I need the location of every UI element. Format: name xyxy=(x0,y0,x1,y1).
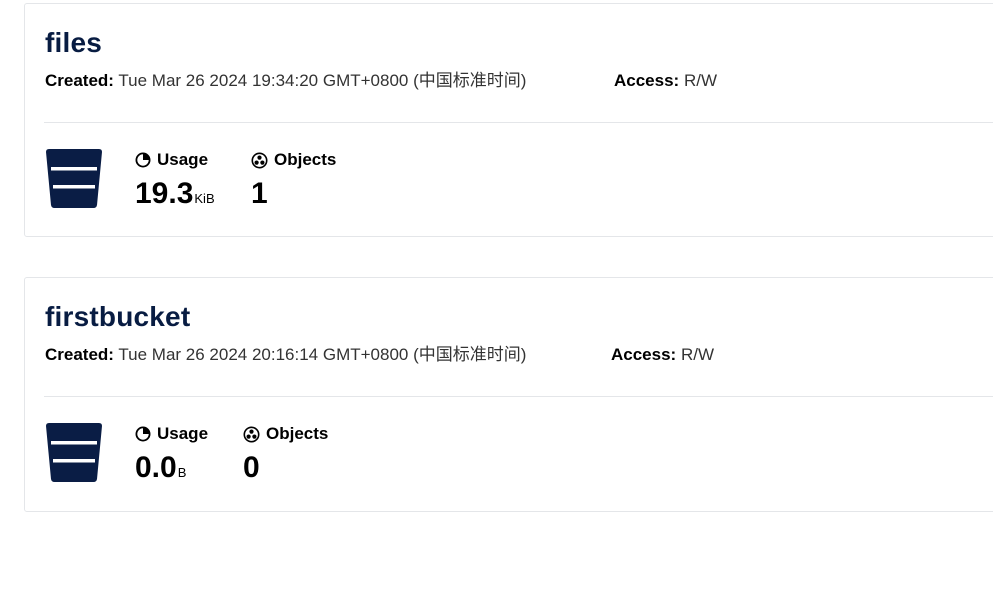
created-value: Tue Mar 26 2024 20:16:14 GMT+0800 (中国标准时… xyxy=(118,345,527,364)
usage-number: 19.3 xyxy=(135,177,194,210)
access-label: Access: xyxy=(611,345,677,364)
created-info: Created: Tue Mar 26 2024 20:16:14 GMT+08… xyxy=(45,344,526,366)
objects-icon xyxy=(251,152,268,168)
access-value: R/W xyxy=(683,71,717,90)
access-info: Access: R/W xyxy=(614,70,717,92)
bucket-name[interactable]: firstbucket xyxy=(45,300,190,334)
objects-label: Objects xyxy=(274,150,337,169)
objects-value: 0 xyxy=(243,451,260,484)
usage-label: Usage xyxy=(157,150,209,169)
bucket-icon xyxy=(46,149,102,208)
created-info: Created: Tue Mar 26 2024 19:34:20 GMT+08… xyxy=(45,70,526,92)
usage-label: Usage xyxy=(157,424,209,443)
pie-chart-icon xyxy=(135,152,151,168)
bucket-card-files[interactable]: files Created: Tue Mar 26 2024 19:34:20 … xyxy=(24,3,993,237)
usage-stat: Usage 0.0B xyxy=(135,423,208,490)
usage-unit: B xyxy=(177,465,187,480)
created-label: Created: xyxy=(45,71,114,90)
objects-value: 1 xyxy=(251,177,268,210)
usage-value: 19.3KiB xyxy=(135,177,215,216)
objects-stat: Objects 1 xyxy=(251,149,336,211)
usage-number: 0.0 xyxy=(135,451,177,484)
divider xyxy=(44,122,993,123)
access-value: R/W xyxy=(680,345,714,364)
created-value: Tue Mar 26 2024 19:34:20 GMT+0800 (中国标准时… xyxy=(118,71,527,90)
pie-chart-icon xyxy=(135,426,151,442)
usage-value: 0.0B xyxy=(135,451,208,490)
usage-unit: KiB xyxy=(194,191,215,206)
objects-icon xyxy=(243,426,260,442)
divider xyxy=(44,396,993,397)
access-info: Access: R/W xyxy=(611,344,714,366)
bucket-card-firstbucket[interactable]: firstbucket Created: Tue Mar 26 2024 20:… xyxy=(24,277,993,512)
created-label: Created: xyxy=(45,345,114,364)
usage-stat: Usage 19.3KiB xyxy=(135,149,215,216)
bucket-icon xyxy=(46,423,102,482)
access-label: Access: xyxy=(614,71,680,90)
bucket-name[interactable]: files xyxy=(45,26,102,60)
objects-stat: Objects 0 xyxy=(243,423,328,485)
objects-label: Objects xyxy=(266,424,329,443)
